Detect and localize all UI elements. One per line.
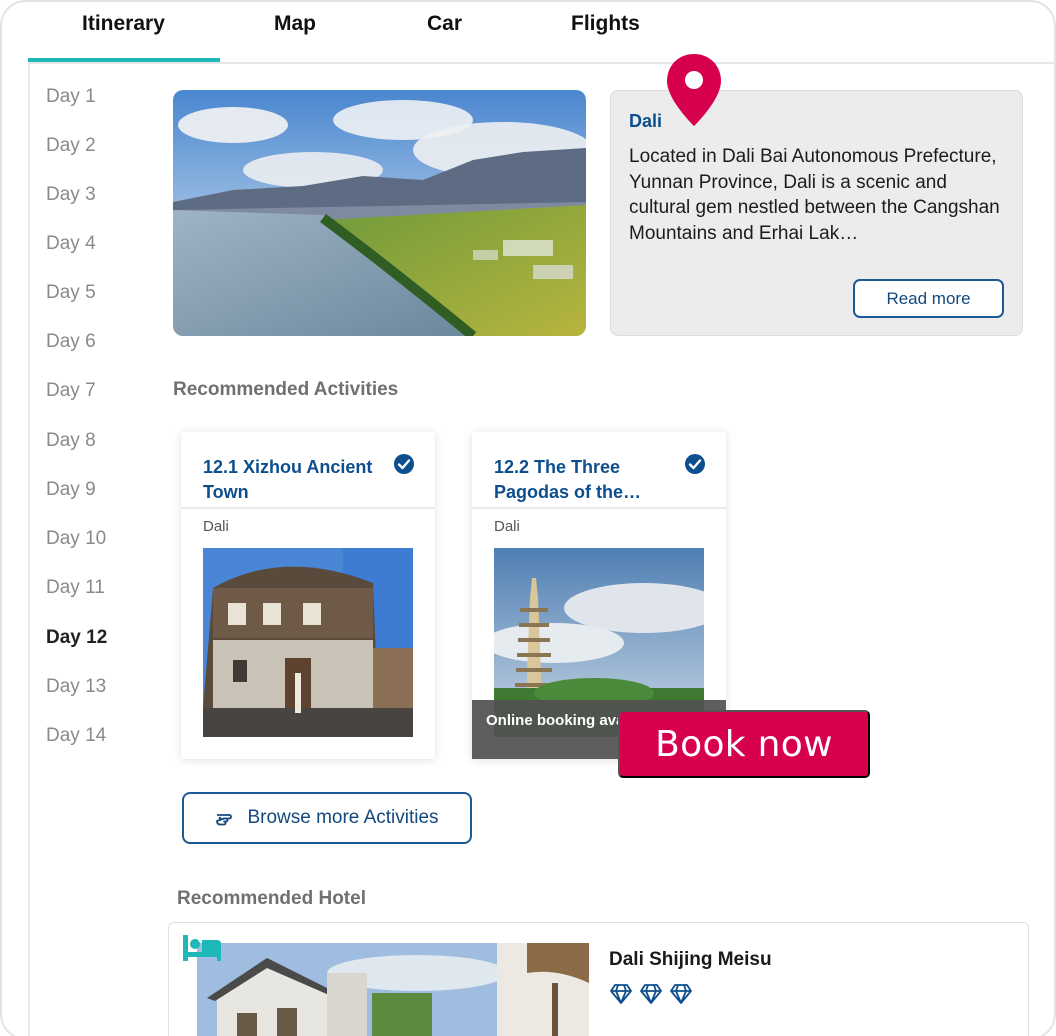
day-item-11[interactable]: Day 11 <box>46 577 105 599</box>
hotel-card[interactable]: Dali Shijing Meisu <box>168 922 1029 1036</box>
destination-description: Located in Dali Bai Autonomous Prefectur… <box>629 146 1000 244</box>
book-now-button[interactable]: Book now <box>618 710 870 778</box>
activity-title[interactable]: 12.1 Xizhou Ancient Town <box>203 455 393 505</box>
day-item-3[interactable]: Day 3 <box>46 184 96 206</box>
pointing-hand-icon <box>215 809 237 827</box>
checkmark-icon[interactable] <box>393 453 415 475</box>
day-item-13[interactable]: Day 13 <box>46 676 106 698</box>
activity-card-header: 12.1 Xizhou Ancient Town <box>181 432 435 509</box>
destination-title: Dali <box>629 111 663 131</box>
browse-more-activities-button[interactable]: Browse more Activities <box>182 792 472 844</box>
day-item-7[interactable]: Day 7 <box>46 380 96 402</box>
day-item-8[interactable]: Day 8 <box>46 430 96 452</box>
tab-bar: Itinerary Map Car Flights <box>28 2 1054 64</box>
activity-photo <box>203 548 413 737</box>
checkmark-icon[interactable] <box>684 453 706 475</box>
read-more-button[interactable]: Read more <box>853 279 1004 318</box>
diamond-icon <box>669 983 693 1010</box>
day-item-1[interactable]: Day 1 <box>46 86 96 108</box>
day-item-14[interactable]: Day 14 <box>46 725 106 747</box>
activity-location: Dali <box>494 518 520 535</box>
diamond-icon <box>639 983 663 1010</box>
hotel-rating <box>609 983 693 1010</box>
tab-car[interactable]: Car <box>427 12 462 36</box>
diamond-icon <box>609 983 633 1010</box>
day-sidebar: Day 1 Day 2 Day 3 Day 4 Day 5 Day 6 Day … <box>28 64 168 1036</box>
location-pin-icon <box>665 52 723 128</box>
hotel-photo <box>197 943 589 1036</box>
hotel-section-title: Recommended Hotel <box>177 888 366 909</box>
day-item-2[interactable]: Day 2 <box>46 135 96 157</box>
tab-itinerary[interactable]: Itinerary <box>82 12 165 36</box>
activity-title[interactable]: 12.2 The Three Pagodas of the… <box>494 455 684 505</box>
tab-map[interactable]: Map <box>274 12 316 36</box>
activity-card-header: 12.2 The Three Pagodas of the… <box>472 432 726 509</box>
day-item-5[interactable]: Day 5 <box>46 282 96 304</box>
activity-card[interactable]: 12.1 Xizhou Ancient Town Dali <box>181 432 435 759</box>
app-frame: Itinerary Map Car Flights Day 1 Day 2 Da… <box>0 0 1056 1036</box>
destination-photo <box>173 90 586 336</box>
day-item-6[interactable]: Day 6 <box>46 331 96 353</box>
day-item-12[interactable]: Day 12 <box>46 627 107 649</box>
browse-more-label: Browse more Activities <box>247 807 439 828</box>
day-item-4[interactable]: Day 4 <box>46 233 96 255</box>
hotel-name[interactable]: Dali Shijing Meisu <box>609 949 772 971</box>
day-item-10[interactable]: Day 10 <box>46 528 106 550</box>
day-item-9[interactable]: Day 9 <box>46 479 96 501</box>
tab-flights[interactable]: Flights <box>571 12 640 36</box>
activity-location: Dali <box>203 518 229 535</box>
active-tab-indicator <box>28 58 220 62</box>
activities-section-title: Recommended Activities <box>173 379 399 400</box>
hotel-bed-icon <box>181 933 223 963</box>
